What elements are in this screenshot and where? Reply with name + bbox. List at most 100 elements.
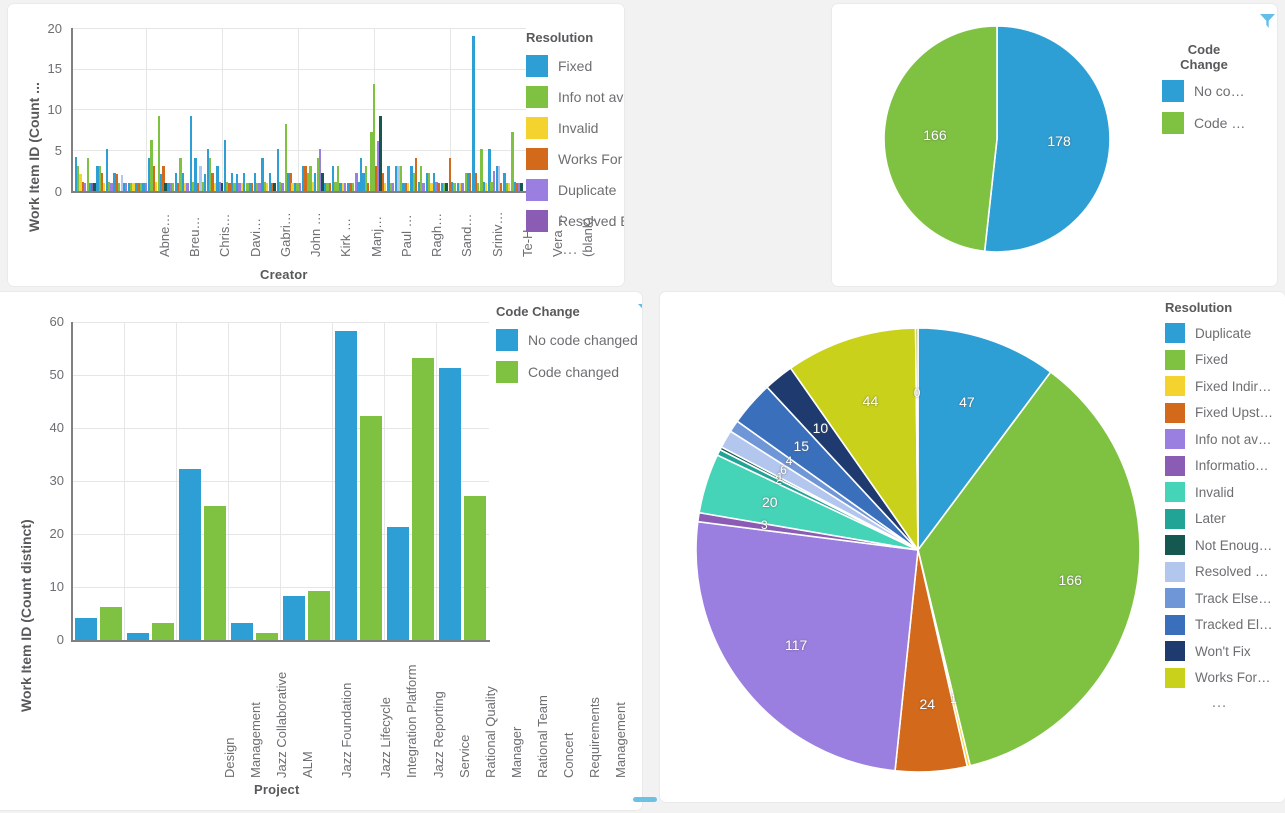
legend-item[interactable]: Resolved Elsewhere	[526, 210, 624, 232]
bar[interactable]	[507, 182, 511, 191]
bar[interactable]	[151, 623, 174, 640]
bar[interactable]	[520, 182, 523, 191]
bar[interactable]	[469, 173, 472, 191]
x-tick-label: Integration Platform	[404, 664, 420, 778]
bar[interactable]	[273, 182, 276, 191]
legend-item-label: Later	[1195, 511, 1226, 526]
bar[interactable]	[343, 182, 347, 191]
bar[interactable]	[144, 182, 148, 191]
legend-item[interactable]: Won't Fix	[1165, 641, 1285, 661]
legend-item[interactable]: Invalid	[1165, 482, 1285, 502]
legend-item[interactable]: Fixed	[526, 55, 624, 77]
bar[interactable]	[242, 173, 246, 191]
legend-item[interactable]: Works For Me	[526, 148, 624, 170]
bar[interactable]	[283, 596, 306, 640]
panel-project-bar-chart[interactable]: Work Item ID (Count distinct) 0 10 20 30 40 5…	[0, 292, 642, 810]
resolution-pie-svg[interactable]	[678, 310, 1158, 790]
bar[interactable]	[203, 506, 226, 640]
bar[interactable]	[387, 527, 410, 640]
panel-creator-bar-chart[interactable]: Work Item ID (Count ... 20 15 10 5 0 Abn…	[8, 4, 624, 286]
creator-ytick-5: 5	[54, 143, 62, 158]
bar[interactable]	[445, 182, 448, 191]
legend-item[interactable]: Invalid	[526, 117, 624, 139]
project-plot-area[interactable]	[72, 322, 489, 640]
bar[interactable]	[178, 469, 201, 640]
bar[interactable]	[255, 633, 278, 640]
x-tick-label: Breu…	[187, 216, 203, 257]
code-change-pie-svg[interactable]	[882, 24, 1112, 254]
bar[interactable]	[500, 182, 503, 191]
bar[interactable]	[258, 182, 261, 191]
bar[interactable]	[407, 182, 410, 191]
legend-item[interactable]: Info not av…	[1165, 429, 1285, 449]
x-tick-label: Concert	[560, 732, 576, 778]
legend-item[interactable]: No code changed	[496, 329, 642, 351]
bar[interactable]	[99, 607, 122, 640]
resolution-legend-overflow[interactable]: …	[1165, 694, 1275, 712]
legend-item[interactable]: Track Else…	[1165, 588, 1285, 608]
bar[interactable]	[230, 622, 253, 640]
legend-item[interactable]: Resolved …	[1165, 561, 1285, 582]
legend-item[interactable]: Tracked El…	[1165, 614, 1285, 635]
gridline	[280, 322, 281, 640]
horizontal-scrollbar-thumb[interactable]	[633, 797, 657, 802]
x-tick-label: Ragh…	[429, 212, 445, 257]
bar[interactable]	[298, 182, 302, 191]
project-legend[interactable]: Code Change No code changed Code changed	[496, 304, 642, 393]
legend-item[interactable]: Fixed Indir…	[1165, 376, 1285, 396]
bar[interactable]	[464, 495, 487, 640]
bar[interactable]	[335, 331, 358, 640]
creator-legend-overflow[interactable]: …	[526, 241, 616, 259]
bar[interactable]	[422, 182, 425, 191]
legend-item[interactable]: Not Enoug…	[1165, 535, 1285, 555]
bar[interactable]	[366, 182, 370, 191]
pie-slice[interactable]	[883, 25, 998, 253]
y-tick-label: 40	[49, 420, 64, 435]
legend-item[interactable]: Fixed Upst…	[1165, 402, 1285, 423]
bar[interactable]	[126, 633, 149, 640]
creator-legend[interactable]: Resolution Fixed Info not available Invali…	[526, 30, 624, 259]
legend-item-label: Resolved Elsewhere	[558, 213, 624, 229]
legend-item-label: No code changed	[528, 332, 638, 348]
creator-plot-area[interactable]	[72, 28, 526, 191]
bar[interactable]	[189, 116, 193, 191]
bar[interactable]	[328, 182, 331, 191]
panel-resolution-pie[interactable]: 47 166 1 24 117 3 20 2 1 6 4 15 10 44 0 Resolution Dup…	[660, 292, 1285, 802]
gridline	[384, 322, 385, 640]
legend-swatch	[1165, 376, 1185, 396]
gridline	[72, 109, 526, 110]
bar[interactable]	[351, 182, 355, 191]
legend-item[interactable]: Duplicate	[526, 179, 624, 201]
legend-item[interactable]: Info not available	[526, 86, 624, 108]
legend-item[interactable]: Later	[1165, 508, 1285, 529]
legend-item[interactable]: Code …	[1162, 112, 1272, 134]
resolution-legend[interactable]: Resolution Duplicate Fixed Fixed Indir… Fix…	[1165, 300, 1285, 712]
bar[interactable]	[308, 591, 331, 640]
legend-item[interactable]: No co…	[1162, 80, 1272, 102]
bar[interactable]	[391, 182, 395, 191]
panel-code-change-pie[interactable]: 178 166 Code Change No co… Code …	[832, 4, 1277, 286]
bar[interactable]	[476, 182, 480, 191]
bar[interactable]	[412, 357, 435, 640]
bar[interactable]	[383, 182, 387, 191]
legend-item[interactable]: Fixed	[1165, 349, 1285, 370]
legend-swatch	[1165, 402, 1185, 423]
x-tick-label: Rational Team	[534, 695, 550, 778]
bar[interactable]	[186, 182, 189, 191]
bar[interactable]	[484, 182, 488, 191]
legend-item[interactable]: Duplicate	[1165, 323, 1285, 343]
legend-item[interactable]: Informatio…	[1165, 455, 1285, 476]
bar[interactable]	[437, 182, 440, 191]
legend-item[interactable]: Works For…	[1165, 667, 1285, 688]
bar[interactable]	[453, 182, 456, 191]
bar[interactable]	[74, 617, 97, 640]
bar[interactable]	[281, 182, 284, 191]
bar[interactable]	[472, 36, 475, 191]
bar[interactable]	[461, 182, 464, 191]
bar[interactable]	[360, 416, 383, 640]
bar[interactable]	[439, 368, 462, 640]
legend-item[interactable]: Code changed	[496, 361, 642, 383]
pie-slice[interactable]	[983, 25, 1111, 253]
pie-slice[interactable]	[695, 520, 919, 772]
code-change-legend[interactable]: Code Change No co… Code …	[1162, 42, 1272, 144]
